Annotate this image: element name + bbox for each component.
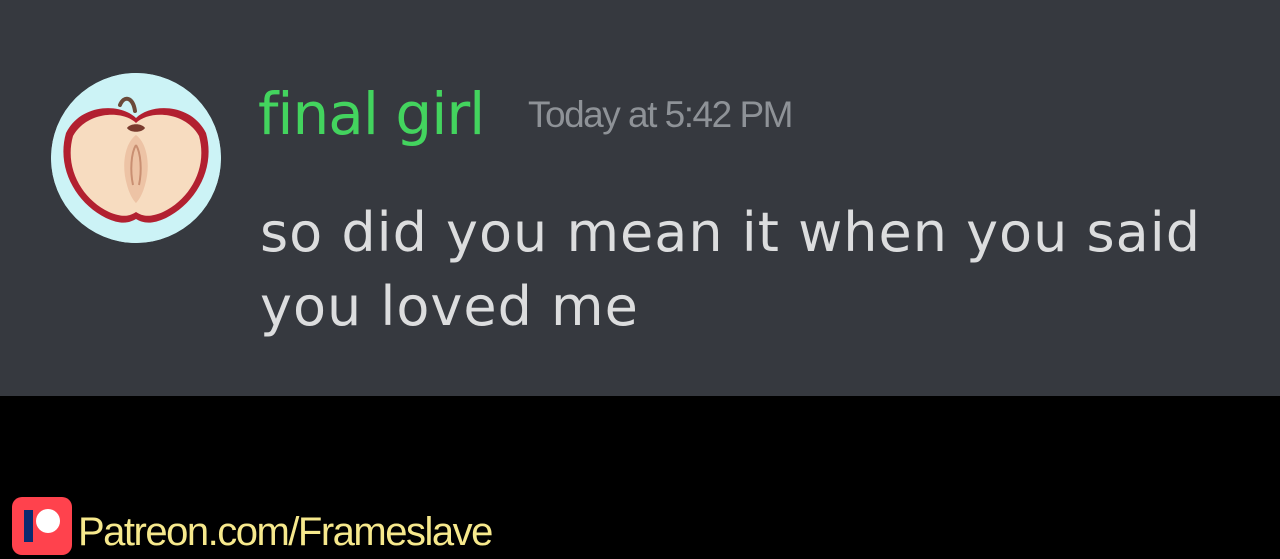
watermark-text: Patreon.com/Frameslave [78,510,493,554]
avatar[interactable] [51,73,221,243]
username[interactable]: final girl [258,78,485,150]
patreon-icon-bar [24,510,33,542]
message-text: so did you mean it when you said you lov… [260,201,1201,338]
video-frame: final girl Today at 5:42 PM so did you m… [0,0,1280,559]
chat-message: final girl Today at 5:42 PM so did you m… [0,0,1280,396]
patreon-icon-dot [36,509,60,533]
message-timestamp: Today at 5:42 PM [528,94,793,135]
apple-half-icon [51,73,221,243]
patreon-icon [12,497,72,555]
